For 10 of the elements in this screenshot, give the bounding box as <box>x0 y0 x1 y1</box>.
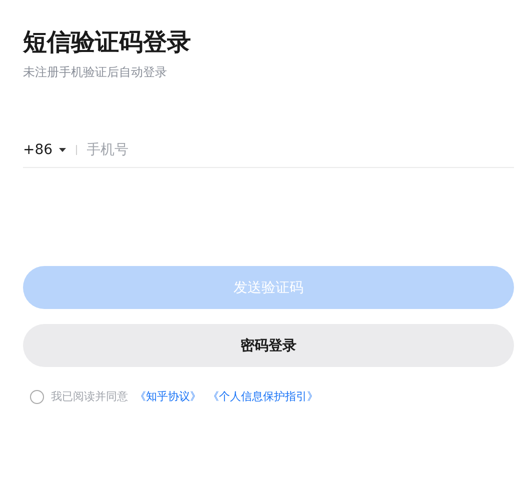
page-title: 短信验证码登录 <box>23 27 192 58</box>
agreement-text: 我已阅读并同意 <box>51 389 128 404</box>
agreement-link[interactable]: 《个人信息保护指引》 <box>208 389 318 404</box>
country-code-dropdown[interactable]: +86 <box>23 142 66 158</box>
phone-field[interactable]: +86 手机号 <box>23 133 514 168</box>
agreement-checkbox[interactable] <box>30 390 44 404</box>
subtitle: 未注册手机验证后自动登录 <box>23 64 168 81</box>
password-login-button[interactable]: 密码登录 <box>23 324 514 367</box>
caret-icon <box>58 148 66 152</box>
agreement-link[interactable]: 《知乎协议》 <box>135 389 201 404</box>
